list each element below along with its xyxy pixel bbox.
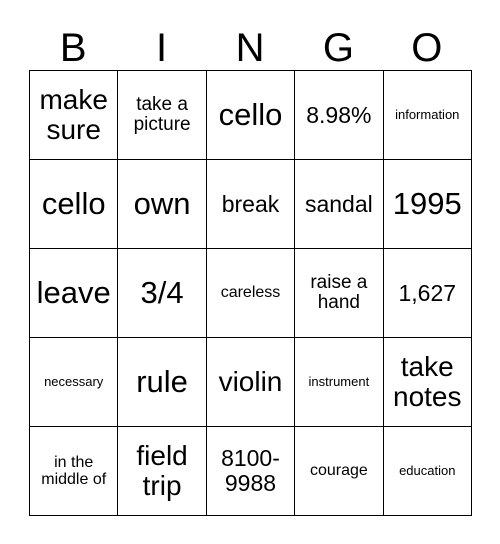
bingo-row: necessary rule violin instrument take no… [28, 337, 472, 427]
bingo-header-letter-i: I [156, 26, 168, 70]
bingo-grid: make sure take a picture cello 8.98% inf… [28, 70, 472, 516]
bingo-cell[interactable]: break [205, 159, 296, 249]
bingo-cell[interactable]: cello [205, 70, 296, 160]
bingo-cell[interactable]: careless [205, 248, 296, 338]
bingo-cell[interactable]: raise a hand [294, 248, 384, 338]
bingo-cell[interactable]: 8.98% [294, 70, 384, 160]
bingo-header-row: B I N G O [29, 8, 471, 70]
bingo-cell[interactable]: 1,627 [382, 248, 472, 338]
bingo-cell[interactable]: take notes [382, 337, 472, 427]
bingo-card: B I N G O make sure take a picture cello… [28, 8, 472, 516]
bingo-header-letter-o: O [411, 26, 443, 70]
bingo-cell[interactable]: rule [117, 337, 207, 427]
bingo-header-letter-b: B [59, 26, 87, 70]
bingo-header-letter-g: G [322, 26, 354, 70]
bingo-cell[interactable]: 8100-9988 [205, 426, 296, 516]
bingo-cell[interactable]: education [382, 426, 472, 516]
bingo-row: in the middle of field trip 8100-9988 co… [28, 426, 472, 516]
bingo-header-letter-n: N [235, 26, 265, 70]
bingo-cell[interactable]: take a picture [117, 70, 207, 160]
bingo-cell[interactable]: 1995 [382, 159, 472, 249]
bingo-cell[interactable]: 3/4 [117, 248, 207, 338]
bingo-row: leave 3/4 careless raise a hand 1,627 [28, 248, 472, 338]
bingo-cell[interactable]: own [117, 159, 207, 249]
bingo-cell[interactable]: necessary [28, 337, 119, 427]
bingo-cell[interactable]: courage [294, 426, 384, 516]
bingo-row: make sure take a picture cello 8.98% inf… [28, 70, 472, 160]
bingo-cell[interactable]: information [382, 70, 472, 160]
bingo-cell[interactable]: sandal [294, 159, 384, 249]
bingo-cell[interactable]: instrument [294, 337, 384, 427]
bingo-cell[interactable]: in the middle of [28, 426, 119, 516]
bingo-cell[interactable]: leave [28, 248, 119, 338]
bingo-cell[interactable]: field trip [117, 426, 207, 516]
bingo-row: cello own break sandal 1995 [28, 159, 472, 249]
bingo-cell[interactable]: make sure [28, 70, 119, 160]
bingo-cell[interactable]: violin [205, 337, 296, 427]
bingo-cell[interactable]: cello [28, 159, 119, 249]
